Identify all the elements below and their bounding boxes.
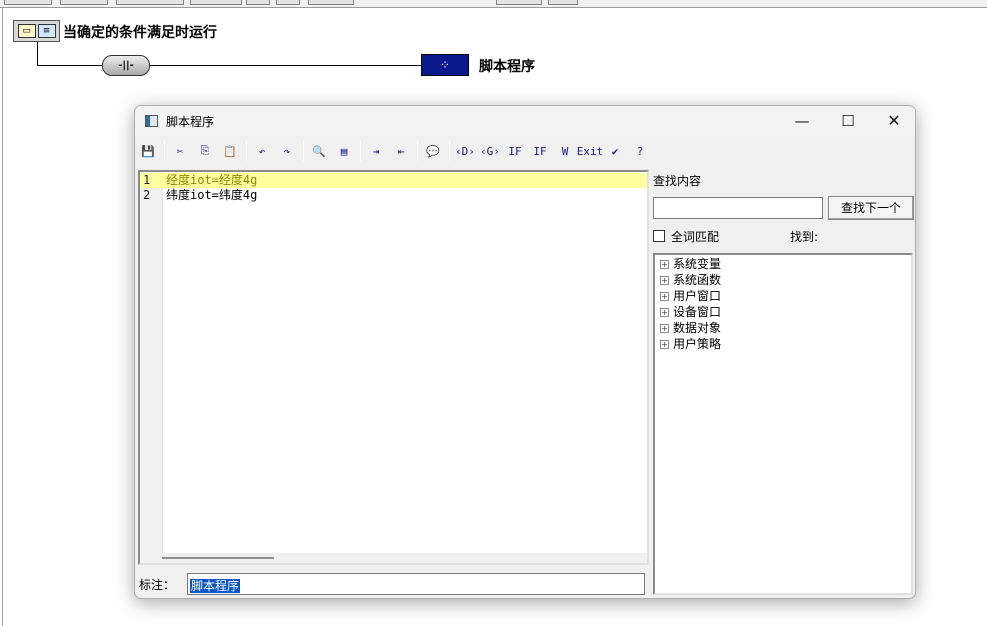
window-icon: [145, 115, 158, 127]
script-node-icon[interactable]: ⁘: [421, 54, 469, 76]
cut-icon[interactable]: ✂: [169, 140, 191, 162]
code-line[interactable]: 1 经度iot=经度4g: [140, 173, 647, 188]
help-icon[interactable]: ?: [629, 140, 651, 162]
expand-icon[interactable]: +: [660, 259, 669, 269]
import-icon[interactable]: ⇥: [365, 140, 387, 162]
expand-icon[interactable]: +: [660, 323, 669, 333]
background-toolbar: [0, 0, 987, 8]
code-line[interactable]: 2 纬度iot=纬度4g: [140, 188, 647, 203]
toolbar-separator: [303, 141, 304, 161]
note-input[interactable]: 脚本程序: [187, 573, 645, 595]
line-number: 2: [143, 188, 151, 202]
if-icon[interactable]: IF: [504, 140, 526, 162]
connector-line: [37, 42, 38, 65]
comment-icon[interactable]: 💬: [422, 140, 444, 162]
connector-line: [37, 65, 103, 66]
switch-node[interactable]: -||-: [102, 55, 150, 76]
toolbar-separator: [449, 141, 450, 161]
tree-item-system-functions[interactable]: + 系统函数: [660, 272, 721, 288]
code-text: 纬度iot=纬度4g: [166, 188, 258, 202]
minimize-icon[interactable]: —: [779, 106, 825, 136]
note-value: 脚本程序: [190, 579, 241, 593]
expand-icon[interactable]: +: [660, 291, 669, 301]
maximize-icon[interactable]: ☐: [825, 106, 871, 136]
title-bar[interactable]: 脚本程序 — ☐ ✕: [135, 106, 915, 136]
export-icon[interactable]: ⇤: [390, 140, 412, 162]
line-number: 1: [143, 173, 151, 187]
whole-word-checkbox[interactable]: [653, 230, 665, 242]
editor-toolbar: 💾 ✂ ⎘ 📋 ↶ ↷ 🔍 ▤ ⇥ ⇤ 💬 ‹D› ‹G› IF IF W Exit ✔?: [137, 138, 697, 164]
bg-toolbar-button[interactable]: [246, 0, 270, 5]
copy-icon[interactable]: ⎘: [194, 140, 216, 162]
find-next-button[interactable]: 查找下一个: [828, 196, 914, 220]
bg-toolbar-button[interactable]: [60, 0, 108, 5]
if-else-icon[interactable]: IF: [529, 140, 551, 162]
bg-toolbar-button[interactable]: [276, 0, 300, 5]
script-node-label: 脚本程序: [479, 59, 535, 75]
tree-item-label: 用户策略: [673, 337, 722, 351]
bg-toolbar-button[interactable]: [308, 0, 354, 5]
flow-icon: ≡: [37, 24, 56, 38]
toolbar-separator: [164, 141, 165, 161]
while-icon[interactable]: W: [554, 140, 576, 162]
insert-g-icon[interactable]: ‹G›: [479, 140, 501, 162]
line-number-gutter: [140, 172, 163, 563]
paste-icon[interactable]: 📋: [219, 140, 241, 162]
found-label: 找到:: [790, 230, 819, 244]
find-label: 查找内容: [653, 174, 702, 188]
whole-word-label: 全词匹配: [671, 230, 720, 244]
insert-d-icon[interactable]: ‹D›: [454, 140, 476, 162]
check-syntax-icon[interactable]: ✔: [604, 140, 626, 162]
exit-icon[interactable]: Exit: [577, 140, 604, 162]
bg-toolbar-button[interactable]: [496, 0, 542, 5]
tree-item-data-objects[interactable]: + 数据对象: [660, 320, 721, 336]
redo-icon[interactable]: ↷: [276, 140, 298, 162]
tree-item-label: 设备窗口: [673, 305, 722, 319]
close-icon[interactable]: ✕: [871, 106, 915, 136]
find-input[interactable]: [653, 197, 823, 219]
condition-label: 当确定的条件满足时运行: [63, 25, 217, 41]
bg-toolbar-button[interactable]: [4, 0, 52, 5]
script-dialog: 脚本程序 — ☐ ✕ 💾 ✂ ⎘ 📋 ↶ ↷ 🔍 ▤ ⇥ ⇤ 💬 ‹D› ‹G› IF IF W Exit ✔? …: [134, 105, 916, 599]
save-icon[interactable]: 💾: [137, 140, 159, 162]
toolbar-separator: [246, 141, 247, 161]
code-editor[interactable]: 1 经度iot=经度4g 2 纬度iot=纬度4g: [138, 170, 649, 565]
tree-item-label: 系统函数: [673, 273, 722, 287]
horizontal-scrollbar[interactable]: [161, 553, 647, 563]
code-text: 经度iot=经度4g: [166, 173, 258, 187]
expand-icon[interactable]: +: [660, 339, 669, 349]
condition-node[interactable]: ▭ ≡: [13, 20, 60, 42]
tree-item-label: 数据对象: [673, 321, 722, 335]
tree-item-user-windows[interactable]: + 用户窗口: [660, 288, 721, 304]
tree-item-device-windows[interactable]: + 设备窗口: [660, 304, 721, 320]
object-tree[interactable]: + 系统变量 + 系统函数 + 用户窗口 + 设备窗口 + 数据对象 + 用户策略: [653, 253, 913, 595]
tree-item-system-variables[interactable]: + 系统变量: [660, 256, 721, 272]
expand-icon[interactable]: +: [660, 275, 669, 285]
tree-item-label: 用户窗口: [673, 289, 722, 303]
note-label: 标注：: [139, 578, 176, 592]
toolbar-separator: [360, 141, 361, 161]
canvas-border: [2, 8, 3, 626]
bg-toolbar-button[interactable]: [548, 0, 578, 5]
toolbar-separator: [417, 141, 418, 161]
dialog-title: 脚本程序: [166, 115, 215, 129]
tree-item-label: 系统变量: [673, 257, 722, 271]
undo-icon[interactable]: ↶: [251, 140, 273, 162]
tree-item-user-strategies[interactable]: + 用户策略: [660, 336, 721, 352]
document-icon[interactable]: ▤: [333, 140, 355, 162]
connector-line: [149, 65, 422, 66]
scrollbar-thumb[interactable]: [162, 557, 274, 559]
folder-icon: ▭: [17, 24, 36, 38]
bg-toolbar-button[interactable]: [116, 0, 184, 5]
find-icon[interactable]: 🔍: [308, 140, 330, 162]
expand-icon[interactable]: +: [660, 307, 669, 317]
bg-toolbar-button[interactable]: [190, 0, 242, 5]
